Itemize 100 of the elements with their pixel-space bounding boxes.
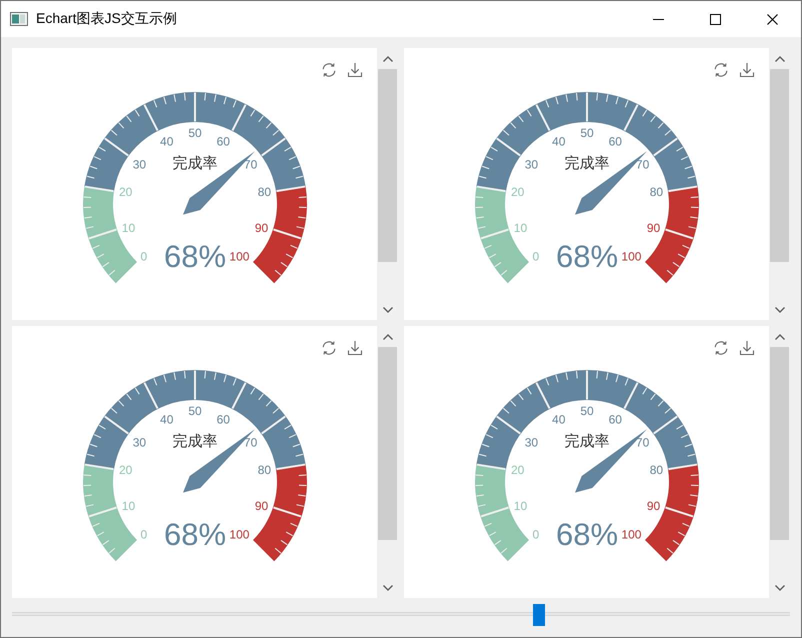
- gauge-axis-label: 60: [608, 412, 622, 426]
- gauge-split-line: [476, 464, 506, 470]
- gauge-axis-label: 10: [514, 220, 528, 235]
- gauge-split-line: [104, 416, 129, 434]
- gauge-axis-label: 30: [132, 436, 146, 450]
- gauge-axis-label: 10: [122, 220, 136, 235]
- chevron-up-icon: [774, 334, 784, 340]
- gauge-axis-label: 80: [650, 462, 664, 477]
- gauge-axis-label: 80: [258, 462, 272, 477]
- gauge-split-line: [276, 186, 306, 192]
- gauge-value: 68%: [164, 517, 226, 552]
- gauge-split-line: [665, 228, 694, 240]
- scrollbar-thumb[interactable]: [378, 69, 397, 262]
- gauge-split-line: [143, 382, 158, 409]
- gauge-split-line: [665, 506, 694, 518]
- gauge-axis-label: 70: [244, 436, 258, 450]
- chevron-up-icon: [382, 56, 392, 62]
- gauge-axis-label: 70: [636, 158, 650, 172]
- gauge-axis-label: 20: [510, 184, 524, 199]
- app-icon: [10, 12, 28, 26]
- chevron-down-icon: [774, 584, 784, 590]
- download-icon[interactable]: [739, 340, 755, 356]
- scrollbar-thumb[interactable]: [770, 69, 789, 262]
- gauge-axis-label: 20: [118, 184, 132, 199]
- gauge-axis-label: 40: [552, 412, 566, 426]
- gauge-title: 完成率: [564, 155, 610, 172]
- gauge-axis-label: 10: [514, 498, 528, 513]
- gauge-split-line: [84, 186, 114, 192]
- refresh-icon[interactable]: [321, 62, 337, 78]
- gauge-axis-label: 100: [229, 527, 250, 542]
- gauge-axis-label: 70: [636, 436, 650, 450]
- slider-thumb[interactable]: [532, 604, 545, 626]
- gauge-axis-label: 50: [580, 126, 594, 140]
- gauge-split-line: [480, 228, 509, 240]
- gauge-split-line: [480, 506, 509, 518]
- gauge-axis-label: 90: [646, 220, 660, 235]
- refresh-icon[interactable]: [321, 340, 337, 356]
- gauge-split-line: [586, 370, 588, 400]
- gauge-split-line: [273, 506, 302, 518]
- gauge-axis-label: 100: [229, 249, 250, 264]
- gauge-axis-label: 0: [532, 249, 540, 264]
- download-icon[interactable]: [739, 62, 755, 78]
- gauge-split-line: [143, 104, 158, 131]
- gauge-split-line: [194, 92, 196, 122]
- gauge-axis-label: 40: [552, 134, 566, 148]
- gauge-split-line: [624, 382, 639, 409]
- gauge-value: 68%: [556, 239, 618, 274]
- window-title: Echart图表JS交互示例: [36, 10, 178, 28]
- gauge-axis-label: 30: [524, 158, 538, 172]
- gauge-split-line: [535, 104, 550, 131]
- gauge-axis-label: 40: [160, 134, 174, 148]
- scrollbar-thumb[interactable]: [378, 347, 397, 540]
- gauge-axis-label: 70: [244, 158, 258, 172]
- gauge-axis-label: 60: [216, 134, 230, 148]
- refresh-icon[interactable]: [713, 340, 729, 356]
- gauge-split-line: [232, 382, 247, 409]
- gauge-split-line: [535, 382, 550, 409]
- gauge-split-line: [668, 186, 698, 192]
- gauge-split-line: [232, 104, 247, 131]
- gauge-axis-label: 0: [532, 527, 540, 542]
- chevron-up-icon: [774, 56, 784, 62]
- gauge-split-line: [194, 370, 196, 400]
- gauge-axis-label: 30: [132, 158, 146, 172]
- gauge-split-line: [496, 416, 521, 434]
- gauge-axis-label: 90: [254, 220, 268, 235]
- gauge-split-line: [624, 104, 639, 131]
- gauge-split-line: [88, 228, 117, 240]
- gauge-axis-label: 60: [216, 412, 230, 426]
- chevron-down-icon: [382, 584, 392, 590]
- download-icon[interactable]: [347, 62, 363, 78]
- gauge-split-line: [476, 186, 506, 192]
- gauge-axis-label: 80: [650, 184, 664, 199]
- gauge-split-line: [261, 416, 286, 434]
- scrollbar-thumb[interactable]: [770, 347, 789, 540]
- gauge-split-line: [273, 228, 302, 240]
- gauge-split-line: [104, 138, 129, 156]
- gauge-split-line: [653, 138, 678, 156]
- gauge-value: 68%: [556, 517, 618, 552]
- gauge-axis-label: 0: [140, 527, 148, 542]
- gauge-axis-label: 50: [188, 126, 202, 140]
- chevron-up-icon: [382, 334, 392, 340]
- gauge-axis-label: 50: [580, 404, 594, 418]
- gauge-split-line: [496, 138, 521, 156]
- maximize-icon: [710, 14, 721, 24]
- gauge-split-line: [84, 464, 114, 470]
- gauge-split-line: [88, 506, 117, 518]
- gauge-axis-label: 100: [621, 527, 642, 542]
- download-icon[interactable]: [347, 340, 363, 356]
- gauge-axis-label: 0: [140, 249, 148, 264]
- gauge-axis-label: 30: [524, 436, 538, 450]
- gauge-split-line: [653, 416, 678, 434]
- gauge-axis-label: 40: [160, 412, 174, 426]
- close-icon: [767, 14, 778, 24]
- gauge-split-line: [586, 92, 588, 122]
- gauge-axis-label: 60: [608, 134, 622, 148]
- gauge-axis-label: 20: [510, 462, 524, 477]
- gauge-axis-label: 20: [118, 462, 132, 477]
- gauge-axis-label: 90: [646, 498, 660, 513]
- gauge-axis-label: 50: [188, 404, 202, 418]
- refresh-icon[interactable]: [713, 62, 729, 78]
